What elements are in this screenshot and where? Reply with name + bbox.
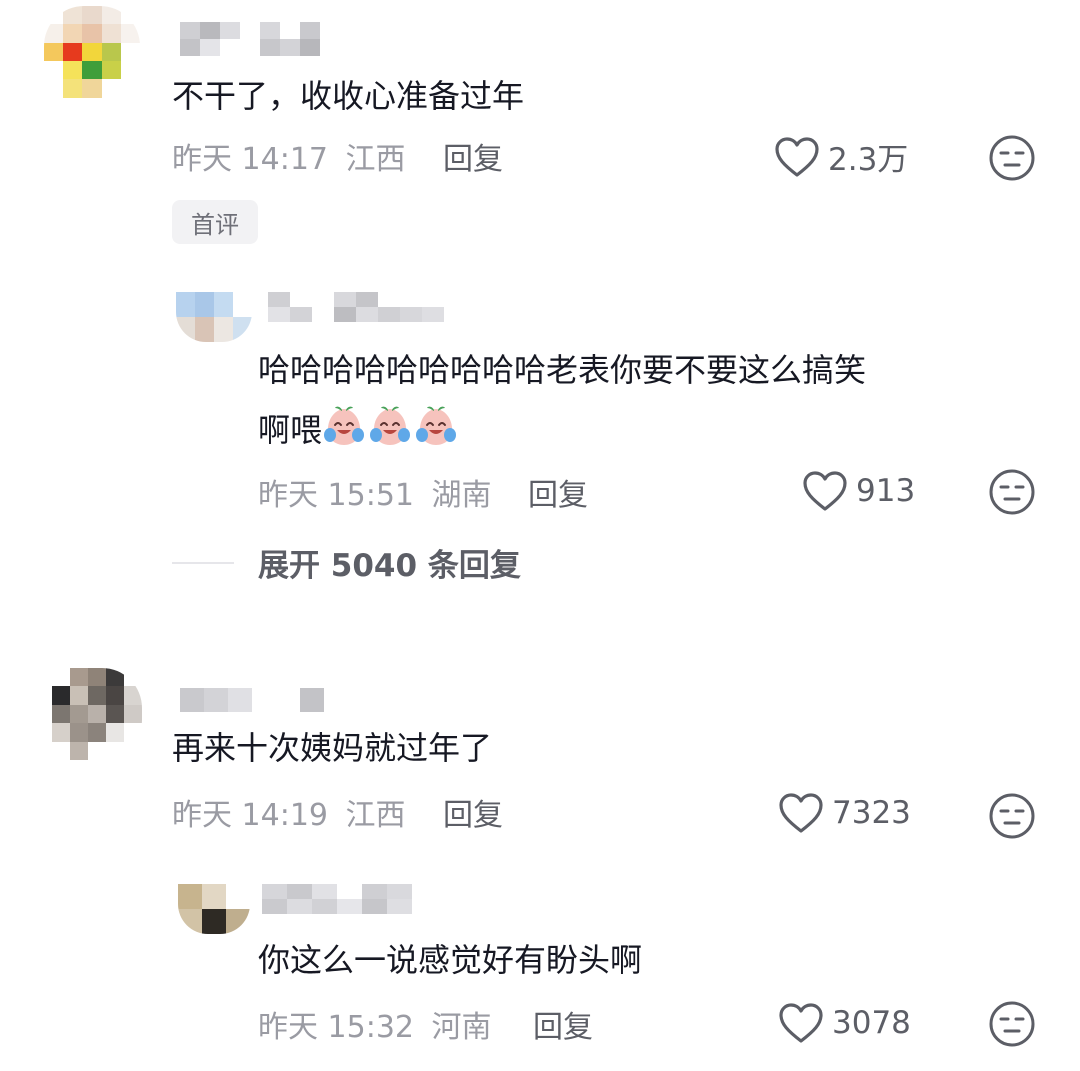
comment-time: 昨天 14:19 江西 [172, 790, 406, 834]
crying-laughing-peach-emoji [324, 406, 365, 445]
crying-laughing-peach-emoji [370, 406, 411, 445]
crying-laughing-peach-emoji [416, 406, 457, 445]
location: 江西 [345, 798, 406, 833]
location: 湖南 [431, 478, 492, 513]
avatar[interactable] [176, 292, 252, 342]
location: 河南 [431, 1010, 492, 1045]
like-button[interactable]: 7323 [778, 792, 911, 834]
reply-button[interactable]: 回复 [533, 1002, 593, 1046]
unamused-face-icon[interactable] [988, 134, 1036, 182]
first-comment-badge: 首评 [172, 200, 258, 244]
unamused-face-icon[interactable] [988, 792, 1036, 840]
avatar[interactable] [44, 6, 140, 116]
reply-text-tail: 啊喂 [258, 411, 323, 449]
reply-button[interactable]: 回复 [528, 470, 588, 514]
timestamp: 昨天 14:17 [172, 142, 328, 177]
reply-button[interactable]: 回复 [443, 134, 503, 178]
location: 江西 [345, 142, 406, 177]
reply-button[interactable]: 回复 [443, 790, 503, 834]
heart-outline-icon [775, 136, 819, 177]
timestamp: 昨天 15:32 [258, 1010, 414, 1045]
avatar[interactable] [178, 884, 250, 934]
username[interactable] [262, 884, 412, 914]
reply-text: 哈哈哈哈哈哈哈哈哈老表你要不要这么搞笑 啊喂 [258, 340, 866, 460]
timestamp: 昨天 15:51 [258, 478, 414, 513]
comment-text: 再来十次姨妈就过年了 [172, 729, 493, 767]
expand-divider [172, 562, 234, 564]
like-count: 3078 [832, 1005, 911, 1041]
username[interactable] [268, 292, 444, 322]
username[interactable] [180, 688, 324, 712]
like-count: 913 [856, 473, 916, 509]
unamused-face-icon[interactable] [988, 1000, 1036, 1048]
reply-text-line: 哈哈哈哈哈哈哈哈哈老表你要不要这么搞笑 [258, 351, 867, 389]
like-button[interactable]: 3078 [778, 1002, 911, 1044]
expand-replies-button[interactable]: 展开 5040 条回复 [258, 540, 521, 585]
reply-time: 昨天 15:51 湖南 [258, 470, 492, 514]
heart-outline-icon [779, 1003, 823, 1043]
comment-text: 不干了，收收心准备过年 [172, 77, 525, 115]
like-button[interactable]: 913 [802, 470, 915, 512]
timestamp: 昨天 14:19 [172, 798, 328, 833]
heart-outline-icon [779, 793, 823, 833]
like-count: 2.3万 [828, 142, 909, 178]
reply-text-line: 啊喂 [258, 400, 866, 460]
heart-outline-icon [803, 471, 847, 511]
reply-text: 你这么一说感觉好有盼头啊 [258, 941, 643, 979]
unamused-face-icon[interactable] [988, 468, 1036, 516]
avatar[interactable] [52, 668, 142, 760]
username[interactable] [180, 22, 320, 56]
like-button[interactable]: 2.3万 [774, 134, 908, 179]
like-count: 7323 [832, 795, 911, 831]
comment-time: 昨天 14:17 江西 [172, 134, 406, 178]
reply-time: 昨天 15:32 河南 [258, 1002, 492, 1046]
